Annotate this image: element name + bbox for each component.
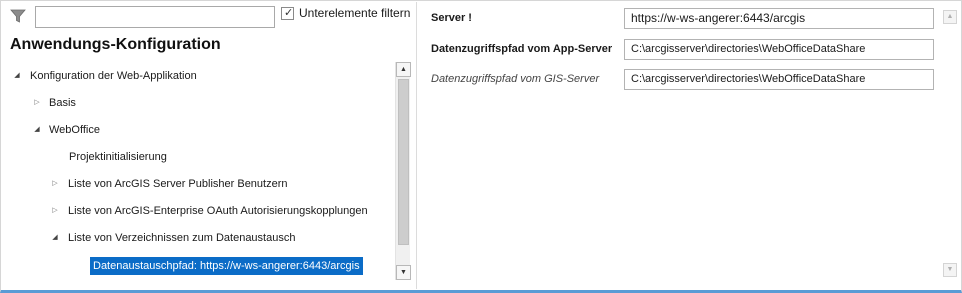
left-panel: ✓ Unterelemente filtern Anwendungs-Konfi…	[2, 2, 414, 289]
configuration-window: ✓ Unterelemente filtern Anwendungs-Konfi…	[0, 0, 962, 293]
collapsed-arrow-icon[interactable]: ▷	[32, 94, 42, 112]
tree-node-label: Basis	[49, 97, 76, 109]
properties-panel: Server ! https://w-ws-angerer:6443/arcgi…	[418, 2, 961, 289]
expanded-arrow-icon[interactable]: ◢	[12, 67, 22, 85]
arrow-up-icon[interactable]: ▲	[396, 62, 411, 77]
tree-node-label: Projektinitialisierung	[69, 151, 167, 163]
config-tree: ◢ Konfiguration der Web-Applikation ▷ Ba…	[2, 62, 394, 282]
property-label: Datenzugriffspfad vom GIS-Server	[431, 73, 600, 85]
filter-subitems-checkbox[interactable]: ✓	[281, 7, 294, 20]
tree-scrollbar[interactable]: ▲ ▼	[395, 62, 411, 280]
collapsed-arrow-icon[interactable]: ▷	[50, 202, 60, 220]
tree-node-label: Liste von ArcGIS-Enterprise OAuth Autori…	[68, 205, 368, 217]
tree-node-projektinitialisierung[interactable]: Projektinitialisierung	[2, 148, 392, 166]
property-row-server: Server ! https://w-ws-angerer:6443/arcgi…	[418, 6, 938, 30]
arrow-down-icon[interactable]: ▼	[943, 263, 957, 277]
filter-subitems-label: Unterelemente filtern	[299, 6, 411, 20]
tree-node-data-exchange-directories[interactable]: ◢ Liste von Verzeichnissen zum Datenaust…	[2, 229, 392, 247]
tree-node-publisher-users[interactable]: ▷ Liste von ArcGIS Server Publisher Benu…	[2, 175, 392, 193]
property-row-app-server-path: Datenzugriffspfad vom App-Server C:\arcg…	[418, 37, 938, 61]
funnel-icon[interactable]	[10, 8, 26, 24]
tree-node-label: WebOffice	[49, 124, 100, 136]
scrollbar-thumb[interactable]	[398, 79, 409, 245]
expanded-arrow-icon[interactable]: ◢	[50, 229, 60, 247]
tree-node-label-selected: Datenaustauschpfad: https://w-ws-angerer…	[90, 257, 363, 275]
expanded-arrow-icon[interactable]: ◢	[32, 121, 42, 139]
panel-title: Anwendungs-Konfiguration	[10, 36, 221, 53]
arrow-down-icon[interactable]: ▼	[396, 265, 411, 280]
tree-node-label: Liste von Verzeichnissen zum Datenaustau…	[68, 232, 296, 244]
tree-node-data-exchange-path[interactable]: Datenaustauschpfad: https://w-ws-angerer…	[2, 257, 392, 275]
filter-input[interactable]	[35, 6, 275, 28]
property-label: Server !	[431, 12, 472, 24]
tree-node-label: Konfiguration der Web-Applikation	[30, 70, 197, 82]
properties-scrollbar[interactable]: ▲ ▼	[943, 10, 957, 278]
app-server-path-field[interactable]: C:\arcgisserver\directories\WebOfficeDat…	[624, 39, 934, 60]
panel-divider[interactable]	[416, 2, 417, 289]
server-url-field[interactable]: https://w-ws-angerer:6443/arcgis	[624, 8, 934, 29]
arrow-up-icon[interactable]: ▲	[943, 10, 957, 24]
tree-node-web-application[interactable]: ◢ Konfiguration der Web-Applikation	[2, 67, 392, 85]
checkmark-icon: ✓	[284, 7, 294, 19]
tree-node-weboffice[interactable]: ◢ WebOffice	[2, 121, 392, 139]
tree-node-oauth-couplings[interactable]: ▷ Liste von ArcGIS-Enterprise OAuth Auto…	[2, 202, 392, 220]
tree-node-basis[interactable]: ▷ Basis	[2, 94, 392, 112]
gis-server-path-field[interactable]: C:\arcgisserver\directories\WebOfficeDat…	[624, 69, 934, 90]
collapsed-arrow-icon[interactable]: ▷	[50, 175, 60, 193]
property-label: Datenzugriffspfad vom App-Server	[431, 43, 613, 55]
property-row-gis-server-path: Datenzugriffspfad vom GIS-Server C:\arcg…	[418, 67, 938, 91]
tree-node-label: Liste von ArcGIS Server Publisher Benutz…	[68, 178, 288, 190]
